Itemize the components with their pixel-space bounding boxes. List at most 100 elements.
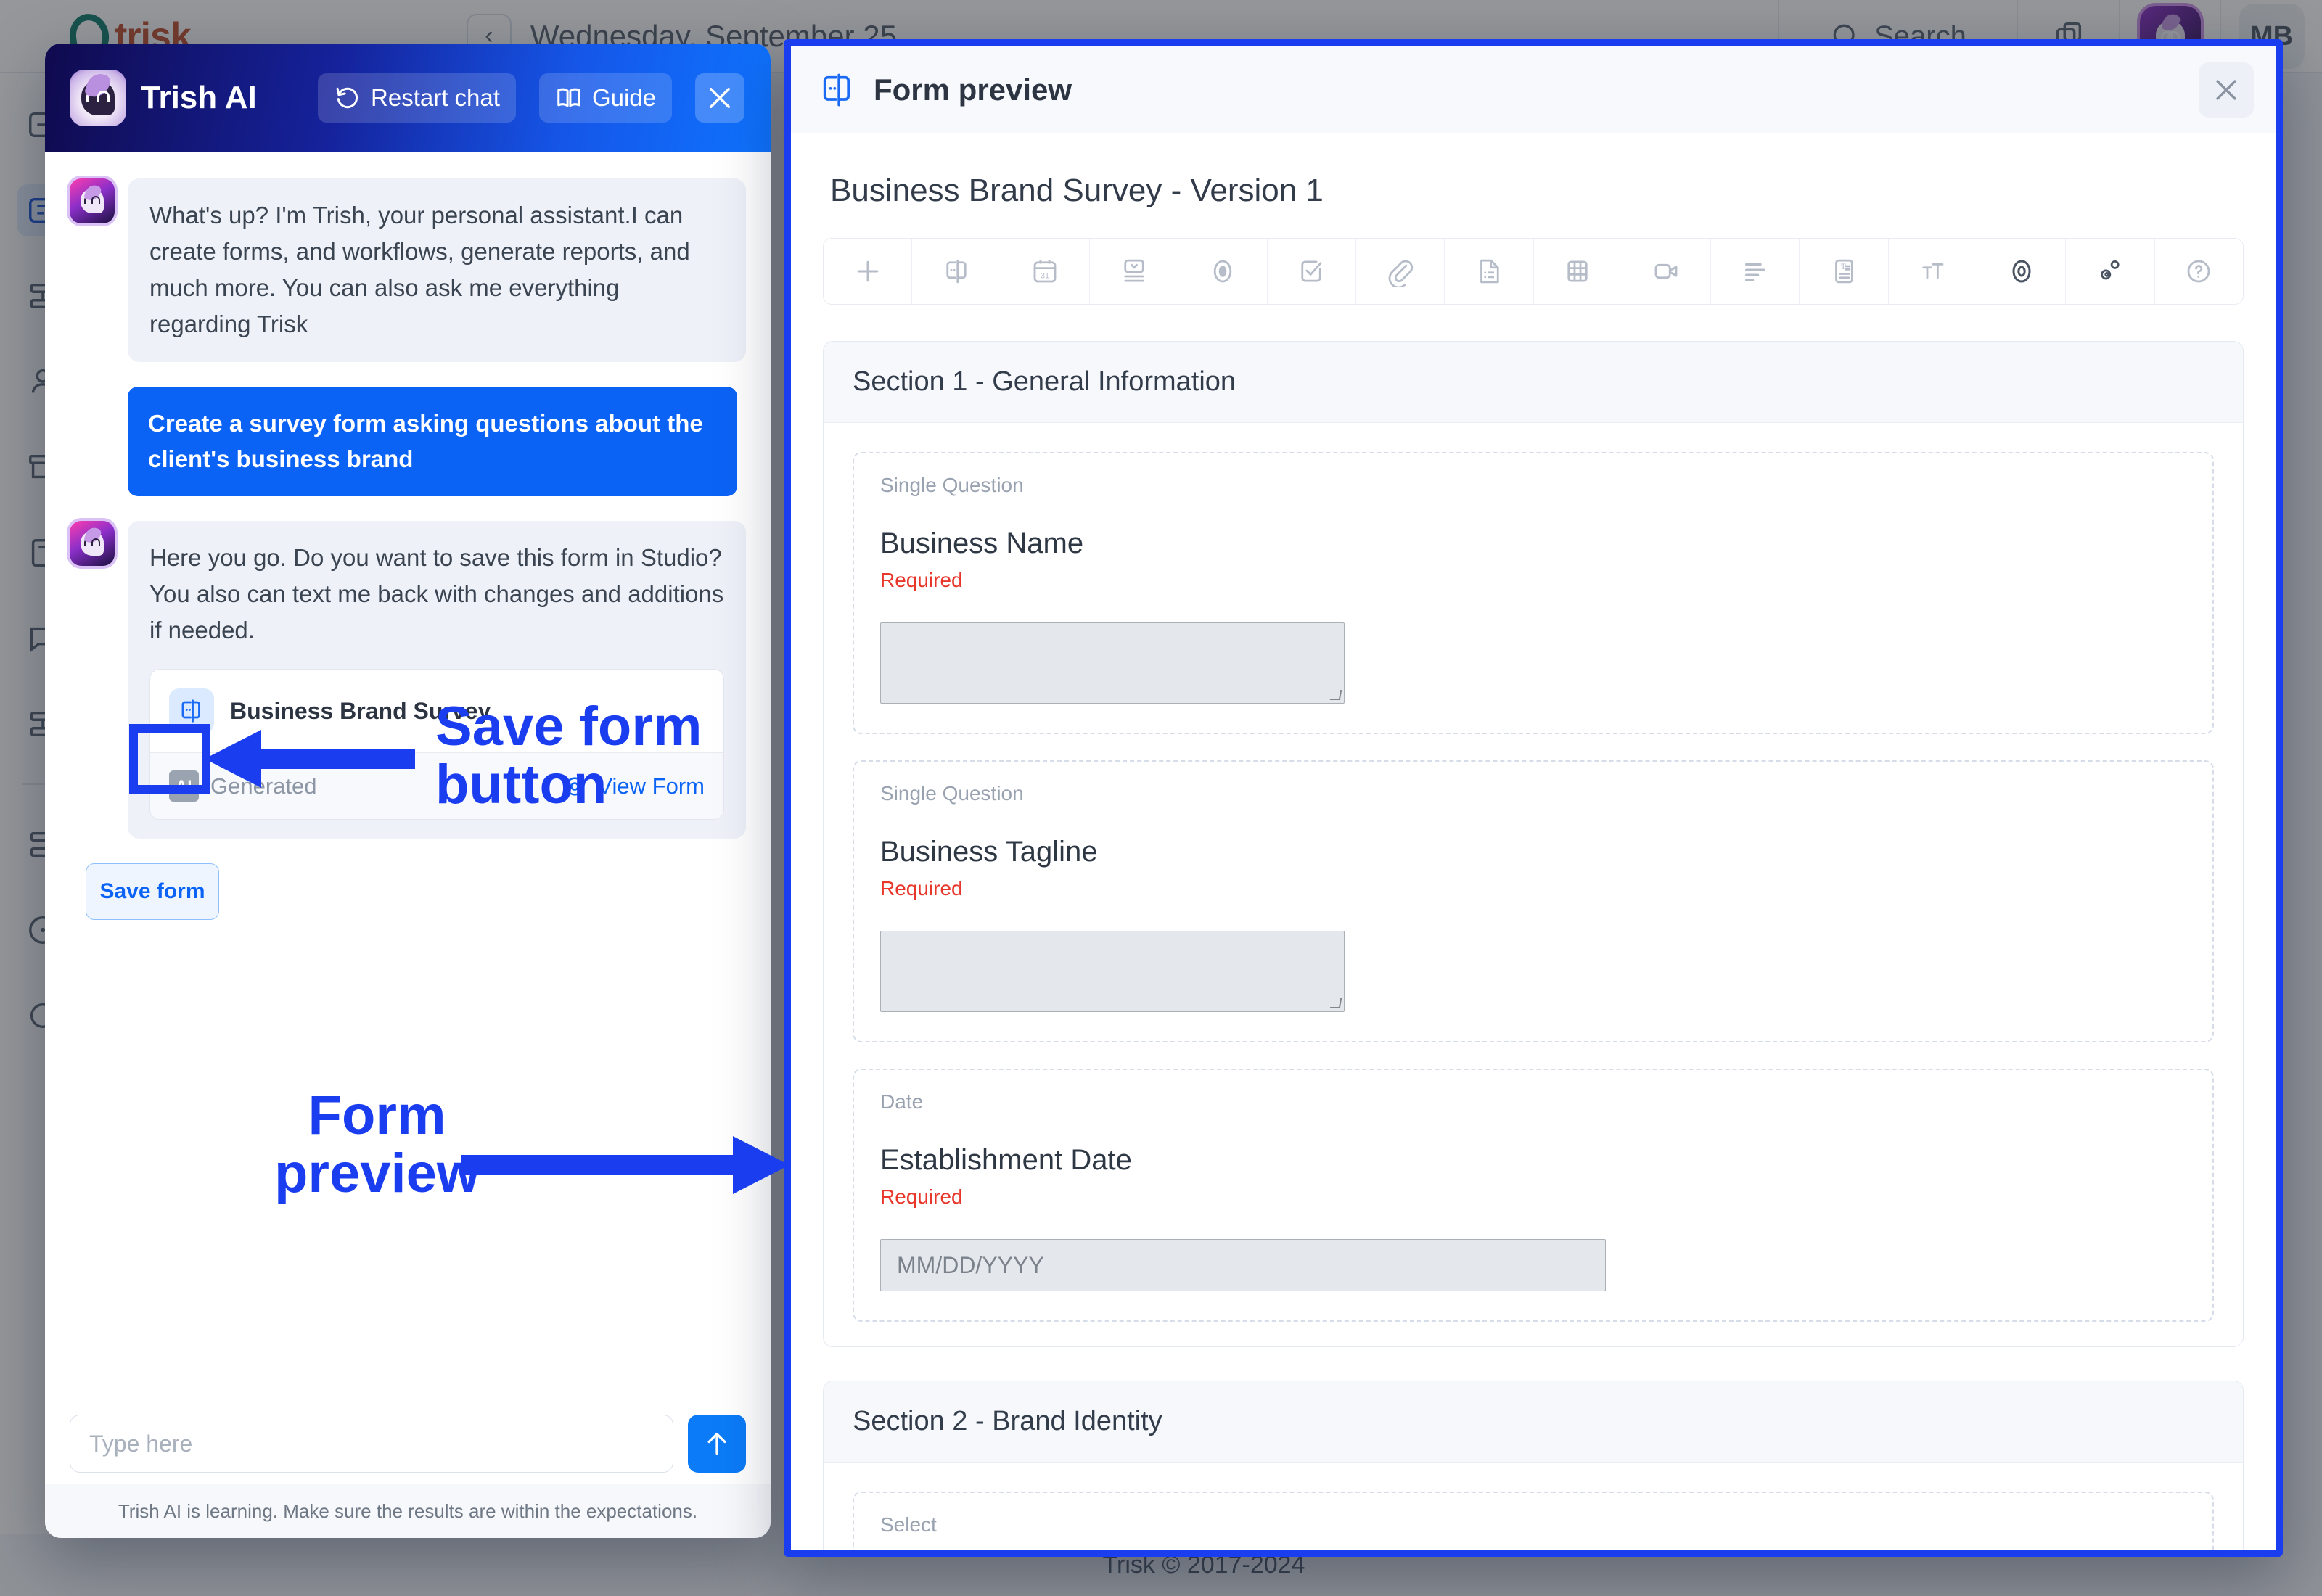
view-form-link[interactable]: View Form [562, 769, 705, 803]
toolbar-add-element[interactable] [824, 239, 913, 304]
close-icon [2216, 79, 2236, 100]
eye-icon [565, 777, 585, 796]
toolbar-heading-element[interactable] [1889, 239, 1978, 304]
video-icon [1655, 263, 1678, 279]
restart-chat-label: Restart chat [371, 84, 500, 111]
restart-icon [336, 87, 358, 109]
generated-form-card[interactable]: Business Brand Survey AI Generated View … [149, 669, 724, 820]
send-message-button[interactable] [688, 1415, 746, 1473]
chat-message-bot: Here you go. Do you want to save this fo… [70, 520, 746, 839]
view-form-label: View Form [597, 773, 705, 799]
trish-avatar-icon [70, 178, 115, 223]
form-builder-toolbar: 31 T [823, 238, 2244, 305]
toolbar-form-element[interactable] [912, 239, 1001, 304]
section-heading: Section 2 - Brand Identity [824, 1381, 2243, 1463]
align-left-icon [1744, 263, 1765, 281]
toolbar-attachment-element[interactable] [1356, 239, 1445, 304]
required-indicator: Required [880, 877, 963, 900]
form-icon [819, 71, 856, 109]
font-size-icon [1922, 263, 1944, 279]
section-questions: Single Question Business Name Required S… [824, 423, 2243, 1346]
chat-input[interactable] [70, 1415, 673, 1473]
guide-button[interactable]: Guide [538, 73, 672, 123]
question-label: Business Name [880, 527, 1084, 559]
chat-message-bot: What's up? I'm Trish, your personal assi… [70, 178, 746, 362]
form-icon [169, 688, 214, 734]
form-preview-body: Business Brand Survey - Version 1 31 T S… [791, 133, 2276, 1550]
svg-text:31: 31 [1041, 271, 1049, 280]
save-form-label: Save form [99, 879, 205, 904]
toolbar-radio-element[interactable] [1178, 239, 1268, 304]
form-icon [946, 259, 967, 284]
checkbox-icon [1301, 260, 1322, 282]
close-icon [710, 88, 730, 108]
toolbar-video-element[interactable] [1622, 239, 1712, 304]
trish-ai-chat-panel: Trish AI Restart chat Guide What's up? I… [45, 44, 771, 1538]
answer-date-input[interactable]: MM/DD/YYYY [880, 1239, 1606, 1291]
arrow-up-icon [707, 1433, 726, 1455]
toolbar-preview-toggle[interactable] [1977, 239, 2067, 304]
question-block[interactable]: Select [853, 1492, 2214, 1550]
ai-badge: AI [169, 770, 199, 802]
chat-message-user: Create a survey form asking questions ab… [128, 386, 737, 496]
generated-form-card-header: Business Brand Survey [150, 670, 723, 752]
chat-messages: What's up? I'm Trish, your personal assi… [45, 152, 771, 1399]
document-icon [1480, 259, 1499, 284]
toolbar-checkbox-element[interactable] [1268, 239, 1356, 304]
settings-icon [2101, 260, 2120, 280]
toolbar-table-element[interactable] [1534, 239, 1622, 304]
restart-chat-button[interactable]: Restart chat [318, 73, 516, 123]
toolbar-document-element[interactable] [1445, 239, 1534, 304]
chat-input-area [45, 1399, 771, 1484]
form-preview-header: Form preview [791, 46, 2276, 133]
guide-label: Guide [591, 84, 656, 111]
plus-icon [857, 260, 878, 282]
toolbar-help[interactable] [2155, 239, 2243, 304]
question-block[interactable]: Single Question Business Tagline Require… [853, 760, 2214, 1042]
question-type-label: Single Question [880, 474, 1024, 496]
toolbar-rich-text-element[interactable]: T [1800, 239, 1889, 304]
calendar-icon: 31 [1033, 260, 1057, 283]
close-preview-button[interactable] [2199, 62, 2254, 118]
trish-avatar-icon [70, 70, 126, 126]
question-type-label: Select [880, 1513, 937, 1536]
text-document-icon: T [1835, 259, 1853, 284]
question-block[interactable]: Single Question Business Name Required [853, 452, 2214, 734]
section-questions: Select [824, 1463, 2243, 1550]
section-heading: Section 1 - General Information [824, 342, 2243, 423]
toolbar-date-element[interactable]: 31 [1001, 239, 1090, 304]
required-indicator: Required [880, 569, 963, 591]
required-indicator: Required [880, 1185, 963, 1208]
form-preview-title: Form preview [874, 72, 1072, 107]
ai-generated-badge-group: AI Generated [169, 769, 317, 803]
question-type-label: Date [880, 1090, 924, 1113]
trish-avatar-icon [70, 520, 115, 566]
help-icon [2187, 260, 2210, 283]
question-block[interactable]: Date Establishment Date Required MM/DD/Y… [853, 1069, 2214, 1322]
form-section: Section 2 - Brand Identity Select [823, 1381, 2244, 1550]
toolbar-text-block-element[interactable] [1711, 239, 1800, 304]
generated-label: Generated [210, 773, 317, 799]
form-title: Business Brand Survey - Version 1 [830, 173, 1324, 208]
table-icon [1567, 260, 1588, 282]
answer-textarea[interactable] [880, 622, 1345, 704]
question-type-label: Single Question [880, 782, 1024, 805]
chat-bubble-with-card: Here you go. Do you want to save this fo… [128, 520, 746, 839]
chat-bubble-text: What's up? I'm Trish, your personal assi… [128, 178, 746, 362]
book-icon [557, 88, 580, 107]
dropdown-icon [1123, 259, 1144, 282]
answer-textarea[interactable] [880, 931, 1345, 1012]
toolbar-settings[interactable] [2066, 239, 2155, 304]
close-chat-button[interactable] [695, 73, 744, 123]
chat-bubble-text: Here you go. Do you want to save this fo… [149, 543, 724, 643]
chat-header: Trish AI Restart chat Guide [45, 44, 771, 152]
toolbar-select-element[interactable] [1090, 239, 1179, 304]
chat-disclaimer: Trish AI is learning. Make sure the resu… [45, 1484, 771, 1538]
radio-icon [1213, 260, 1232, 283]
chat-title: Trish AI [141, 80, 257, 115]
generated-form-card-footer: AI Generated View Form [150, 752, 723, 820]
generated-form-title: Business Brand Survey [230, 697, 491, 724]
question-label: Business Tagline [880, 836, 1098, 868]
save-form-button[interactable]: Save form [86, 863, 219, 921]
form-section: Section 1 - General Information Single Q… [823, 341, 2244, 1347]
